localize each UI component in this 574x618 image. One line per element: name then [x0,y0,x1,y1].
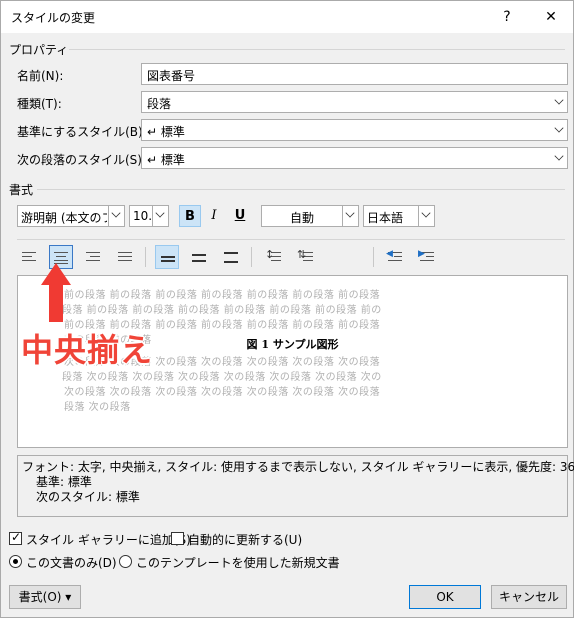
close-button[interactable]: ✕ [529,1,573,33]
type-select[interactable]: 段落 [141,91,568,113]
add-gallery-checkbox[interactable]: ✓ [9,530,22,545]
type-value: 段落 [147,97,172,111]
font-color-value: 自動 [290,211,315,225]
language-select[interactable]: 日本語 [363,205,435,227]
increase-indent-button[interactable]: ▶ [415,245,439,269]
chevron-down-icon [342,206,358,226]
auto-update-label[interactable]: 自動的に更新する(U) [188,531,302,548]
align-right-button[interactable] [81,245,105,269]
divider [37,189,565,190]
help-button[interactable]: ? [485,1,529,33]
italic-button[interactable]: I [203,205,225,227]
format-group-label: 書式 [9,183,34,197]
divider [251,247,252,267]
chevron-down-icon [549,92,567,112]
chevron-down-icon [418,206,434,226]
preview-prev-line: 段落 前の段落 前の段落 前の段落 前の段落 前の段落 前の段落 前の [62,305,382,316]
ok-button[interactable]: OK [409,585,481,609]
preview-next-line: 次の段落 次の段落 次の段落 次の段落 次の段落 次の段落 次の段落 [64,387,381,398]
name-value: 図表番号 [147,69,196,83]
properties-group-label: プロパティ [9,43,69,57]
next-style-label: 次の段落のスタイル(S): [17,153,147,167]
annotation-arrow-shaft [49,284,63,322]
new-documents-label[interactable]: このテンプレートを使用した新規文書 [136,554,340,571]
divider [145,247,146,267]
align-left-button[interactable] [17,245,41,269]
annotation-arrow-icon [41,263,71,285]
type-label: 種類(T): [17,97,62,111]
arrow-updown-icon: ↕ [265,248,275,261]
divider [373,247,374,267]
double-spacing-icon [224,251,238,263]
divider [69,49,565,50]
next-style-select[interactable]: ↵ 標準 [141,147,568,169]
chevron-down-icon [152,206,168,226]
language-value: 日本語 [367,211,404,225]
preview-prev-line: 前の段落 前の段落 前の段落 前の段落 前の段落 前の段落 前の段落 [64,290,381,301]
format-menu-button[interactable]: 書式(O) ▾ [9,585,81,609]
name-field[interactable]: 図表番号 [141,63,568,85]
justify-icon [118,251,132,263]
font-color-select[interactable]: 自動 [261,205,359,227]
font-value: 游明朝 (本文のフ [21,211,107,225]
description-line: 次のスタイル: 標準 [36,490,140,504]
double-spacing-button[interactable] [219,245,243,269]
justify-button[interactable] [113,245,137,269]
dialog-title: スタイルの変更 [11,11,96,25]
arrow-left-icon: ◀ [386,249,393,259]
space-after-button[interactable]: ⇅ [293,245,317,269]
space-before-button[interactable]: ↕ [261,245,285,269]
chevron-down-icon [549,120,567,140]
check-icon: ✓ [11,530,22,544]
base-style-select[interactable]: ↵ 標準 [141,119,568,141]
underline-button[interactable]: U [229,205,251,227]
modify-style-dialog: スタイルの変更 ? ✕ プロパティ 名前(N): 図表番号 種類(T): 段落 … [0,0,574,618]
add-gallery-label[interactable]: スタイル ギャラリーに追加(S) [26,531,191,548]
name-label: 名前(N): [17,69,64,83]
align-right-icon [86,251,100,263]
description-line: フォント: 太字, 中央揃え, スタイル: 使用するまで表示しない, スタイル … [22,460,574,474]
font-size-select[interactable]: 10.5 [129,205,169,227]
this-document-label[interactable]: この文書のみ(D) [26,554,117,571]
chevron-down-icon [108,206,124,226]
single-spacing-button[interactable] [155,245,179,269]
base-style-value: ↵ 標準 [147,125,185,139]
title-bar: スタイルの変更 ? ✕ [1,1,573,33]
preview-next-line: 段落 次の段落 [64,402,131,413]
align-left-icon [22,251,36,263]
cancel-button[interactable]: キャンセル [491,585,567,609]
style-description: フォント: 太字, 中央揃え, スタイル: 使用するまで表示しない, スタイル … [17,455,574,517]
align-center-icon [54,251,68,265]
decrease-indent-button[interactable]: ◀ [383,245,407,269]
this-document-radio[interactable] [9,555,22,568]
arrow-right-icon: ▶ [418,249,425,259]
chevron-down-icon [549,148,567,168]
arrow-updown-icon: ⇅ [297,248,307,261]
one-half-spacing-icon [192,251,206,263]
font-select[interactable]: 游明朝 (本文のフ [17,205,125,227]
one-half-spacing-button[interactable] [187,245,211,269]
next-style-value: ↵ 標準 [147,153,185,167]
annotation-callout: 中央揃え [21,331,154,369]
auto-update-checkbox[interactable] [171,532,184,545]
single-spacing-icon [161,252,175,264]
new-documents-radio[interactable] [119,555,132,568]
divider [17,239,565,240]
base-style-label: 基準にするスタイル(B): [17,125,147,139]
bold-button[interactable]: B [179,205,201,227]
